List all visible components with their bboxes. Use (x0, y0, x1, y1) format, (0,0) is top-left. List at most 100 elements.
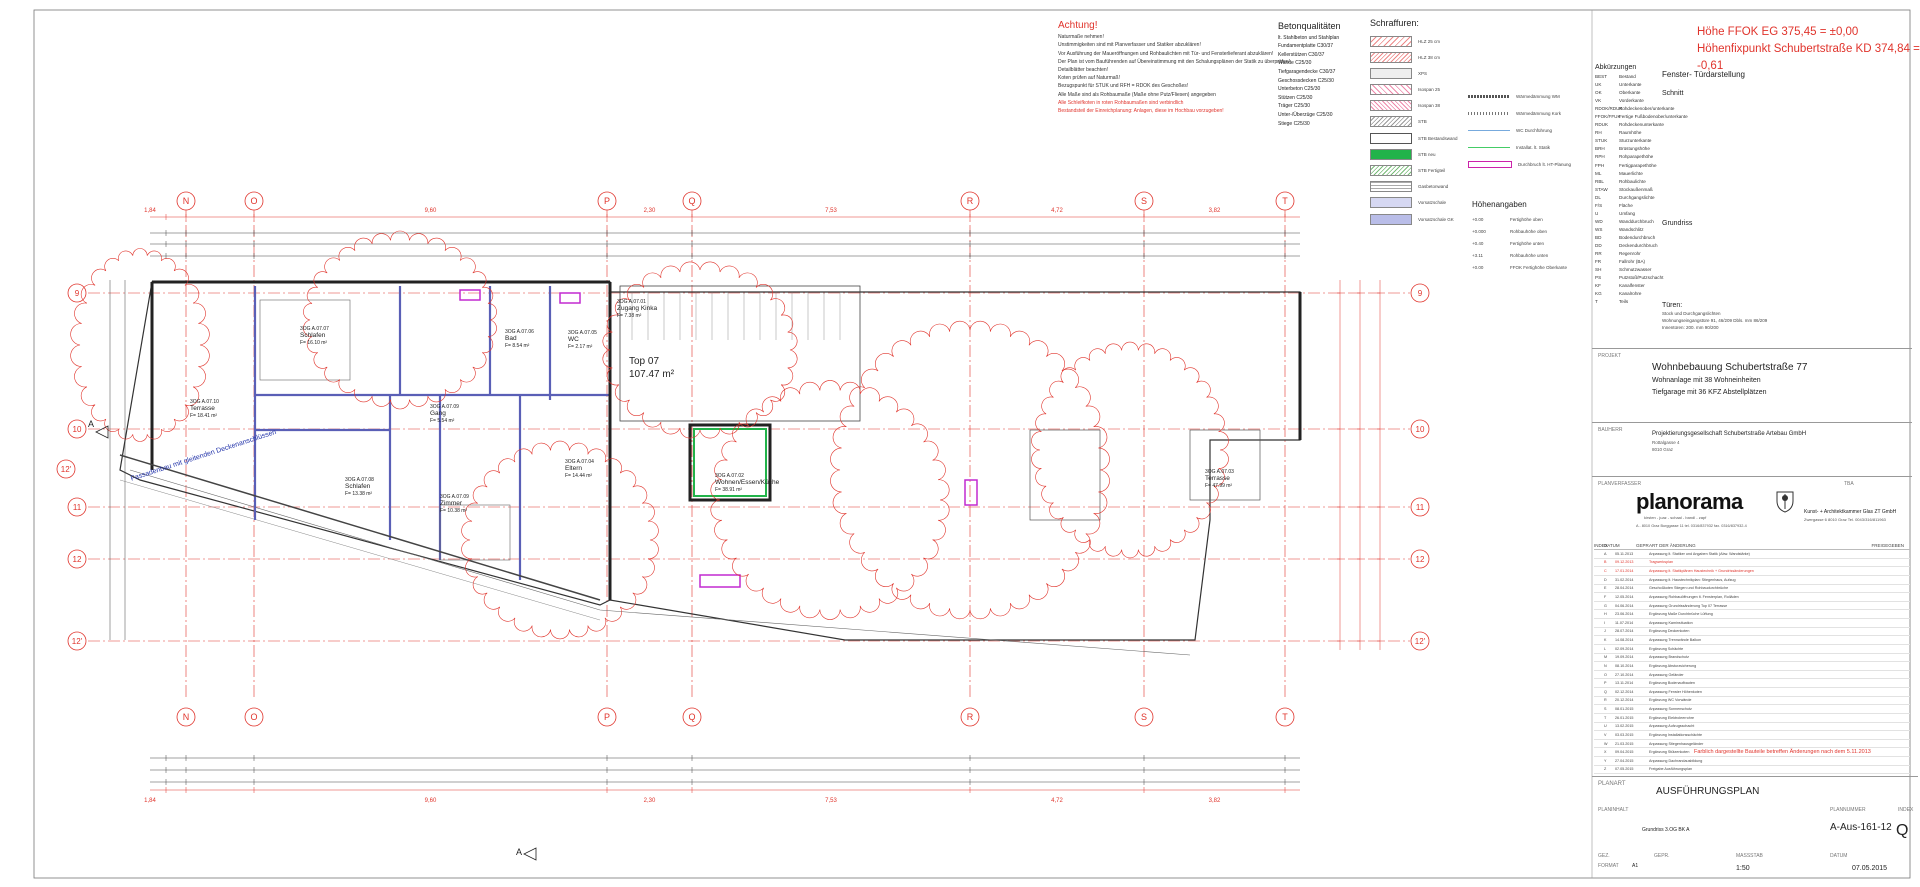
revision-index-table: INDEX DATUM GEPR ART DER ÄNDERUNG FREIGE… (1594, 541, 1910, 775)
revision-row: J 28.07.2014 Ergänzung Deckenkoten (1594, 628, 1910, 637)
height-row: +3.11 Rohbauhöhe unten (1472, 253, 1549, 258)
doors-line: Innentüren: 200. mm 90/200 (1662, 325, 1719, 330)
apartment-area: 107.47 m² (629, 369, 675, 380)
revision-row: Q 02.12.2014 Anpassung Fenster Höhenkoten (1594, 688, 1910, 697)
line-legend-item: Wärmedämmung WM (1468, 88, 1571, 105)
hatch-swatch: XPS (1370, 66, 1458, 80)
concrete-line: Wände C25/30 (1278, 60, 1312, 67)
room-area: F= 2.17 m² (568, 344, 593, 350)
room-name: Bad (505, 335, 517, 342)
line-legend-item: WC Durchführung (1468, 122, 1571, 139)
project-subtitle: Wohnanlage mit 38 Wohneinheiten (1652, 377, 1761, 384)
revision-row: Z 07.05.2015 Freigabe Ausführungsplan (1594, 766, 1910, 775)
line-legend: Wärmedämmung WM Wärmedämmung Kork WC Dur… (1468, 88, 1571, 173)
plan-content-label: PLANINHALT (1598, 807, 1629, 813)
grid-axis-label: R (967, 712, 974, 722)
plan-view-label: Grundriss (1662, 220, 1693, 227)
abbreviation-row: SH Schmutzwasser (1595, 267, 1652, 273)
architect-block: PLANVERFASSER TBA planorama kirsten - ju… (1592, 476, 1912, 539)
room-name: Eltern (565, 465, 582, 472)
room-area: F= 8.54 m² (505, 343, 530, 349)
revision-row: E 28.04.2014 Geschoßkoten Stiegen und Rohb… (1594, 585, 1910, 594)
plan-index-label: INDEX (1898, 807, 1914, 813)
concrete-line: Fundamentplatte C30/37 (1278, 43, 1334, 50)
plan-content: Grundriss 3.OG BK A (1642, 827, 1690, 833)
hatch-swatch: HLZ 25 cm (1370, 34, 1458, 48)
grid-axis-label: P (604, 196, 610, 206)
revision-header: INDEX DATUM GEPR ART DER ÄNDERUNG FREIGE… (1594, 541, 1910, 550)
grid-axis-label: Q (688, 712, 695, 722)
revision-row: B 09.12.2013 Tragwerksplan (1594, 559, 1910, 568)
room-name: Schlafen (345, 483, 371, 490)
abbreviation-row: FPH Fertigparapethöhe (1595, 162, 1657, 168)
window-door-title: Fenster- Türdarstellung (1662, 70, 1745, 79)
room-area: F= 13.38 m² (345, 491, 373, 497)
line-legend-item: Durchbruch lt. HT-Planung (1468, 156, 1571, 173)
warning-line: Der Plan ist vom Bauführenden auf Überei… (1058, 58, 1291, 65)
abbreviation-row: RDOK/RDUK Rohdeckenober/unterkante (1595, 106, 1675, 112)
room-area: F= 38.91 m² (715, 487, 743, 493)
abbreviation-row: VK Vorderkante (1595, 98, 1644, 104)
grid-axis-label: 11 (73, 503, 82, 512)
room-name: WC (568, 336, 579, 343)
room-name: Terrasse (190, 405, 215, 412)
scale-value: 1:50 (1736, 865, 1750, 872)
abbreviations: Abkürzungen BEST Bestand UK Unterkante OK Obe… (1595, 64, 1688, 307)
grid-axis-label: S (1141, 196, 1147, 206)
revision-row: O 27.10.2014 Anpassung Geländer (1594, 671, 1910, 680)
dimension-label: 9,60 (425, 208, 437, 214)
room-area: F= 16.10 m² (300, 340, 328, 346)
room-name: Terrasse (1205, 475, 1230, 482)
doors-notes: Türen: Stock und Durchgangslichten Wohnu… (1662, 302, 1767, 330)
apartment-label: Top 07 (629, 356, 660, 367)
dimension-label: 9,60 (425, 798, 437, 804)
revision-row: K 14.08.2014 Anpassung Trennwände Balkon (1594, 636, 1910, 645)
project-subtitle-2: Tiefgarage mit 36 KFZ Abstellplätzen (1652, 389, 1767, 396)
reference-heights: Höhe FFOK EG 375,45 = ±0,00 Höhenfixpunk… (1697, 24, 1920, 75)
abbreviation-row: KF Kanalfenster (1595, 283, 1645, 289)
warning-line: Detailblätter beachten! (1058, 66, 1109, 73)
client-city: 8010 Graz (1652, 447, 1674, 452)
revision-row: M 19.09.2014 Anpassung Brandschutz (1594, 654, 1910, 663)
concrete-line: Geschossdecken C25/30 (1278, 77, 1334, 84)
plan-type: AUSFÜHRUNGSPLAN (1656, 786, 1760, 797)
room-area: F= 7.38 m² (617, 313, 642, 319)
date-label: DATUM (1830, 853, 1848, 859)
room-name: Zimmer (440, 500, 463, 507)
coat-of-arms-icon (1776, 491, 1794, 513)
hatch-swatch: Isospan 38 (1370, 99, 1458, 113)
revision-row: G 04.06.2014 Anpassung Grundrissänderung T… (1594, 602, 1910, 611)
height-row: +0.40 Fertighöhe unten (1472, 241, 1545, 246)
abbreviation-row: FR Fallrohr (BA) (1595, 259, 1646, 265)
tree-canopy (1031, 341, 1229, 559)
hatch-swatch: STB neu (1370, 147, 1458, 161)
doors-title: Türen: (1662, 302, 1683, 309)
grid-axis-label: 9 (1418, 289, 1423, 298)
grid-axis-label: 12' (72, 637, 83, 646)
concrete-line: Tiefgaragendecke C30/37 (1278, 68, 1336, 75)
hatch-swatch: STB Bestandswand (1370, 131, 1458, 145)
line-legend-item: Wärmedämmung Kork (1468, 105, 1571, 122)
height-legend: Höhenangaben +0.00 Fertighöhe oben +0.000… (1472, 200, 1567, 277)
warning-line: Naturmaße nehmen! (1058, 34, 1104, 41)
format-value: A1 (1632, 863, 1639, 869)
abbreviation-row: UK Unterkante (1595, 82, 1642, 88)
concrete-line: Kellerstützen C30/37 (1278, 51, 1325, 58)
revision-row: V 03.03.2015 Ergänzung Installationsschäch… (1594, 731, 1910, 740)
revision-row: I 11.07.2014 Anpassung Kaminsituation (1594, 619, 1910, 628)
revision-row: U 13.02.2015 Anpassung Aufzugsschacht (1594, 723, 1910, 732)
project-block: PROJEKT Wohnbebauung Schubertstraße 77 W… (1592, 348, 1912, 407)
dimension-label: 7,53 (825, 798, 837, 804)
dimension-label: 1,84 (144, 798, 156, 804)
hatch-swatch: Vorsatzschale (1370, 196, 1458, 210)
plan-type-label: PLANART (1598, 781, 1626, 787)
abbreviation-row: DD Deckendurchbruch (1595, 242, 1658, 248)
dimension-label: 7,53 (825, 208, 837, 214)
dimension-label: 1,84 (144, 208, 156, 214)
abbreviation-row: RDUK Rohdeckenunterkante (1595, 122, 1664, 128)
revision-row: C 17.01.2014 Anpassung lt. Statikplänen Ha… (1594, 567, 1910, 576)
concrete-line: lt. Stahlbeton und Stahlplan (1278, 34, 1340, 41)
grid-axis-label: N (183, 712, 190, 722)
grid-axis-label: 12' (61, 465, 72, 474)
shaft-marker (699, 574, 741, 588)
